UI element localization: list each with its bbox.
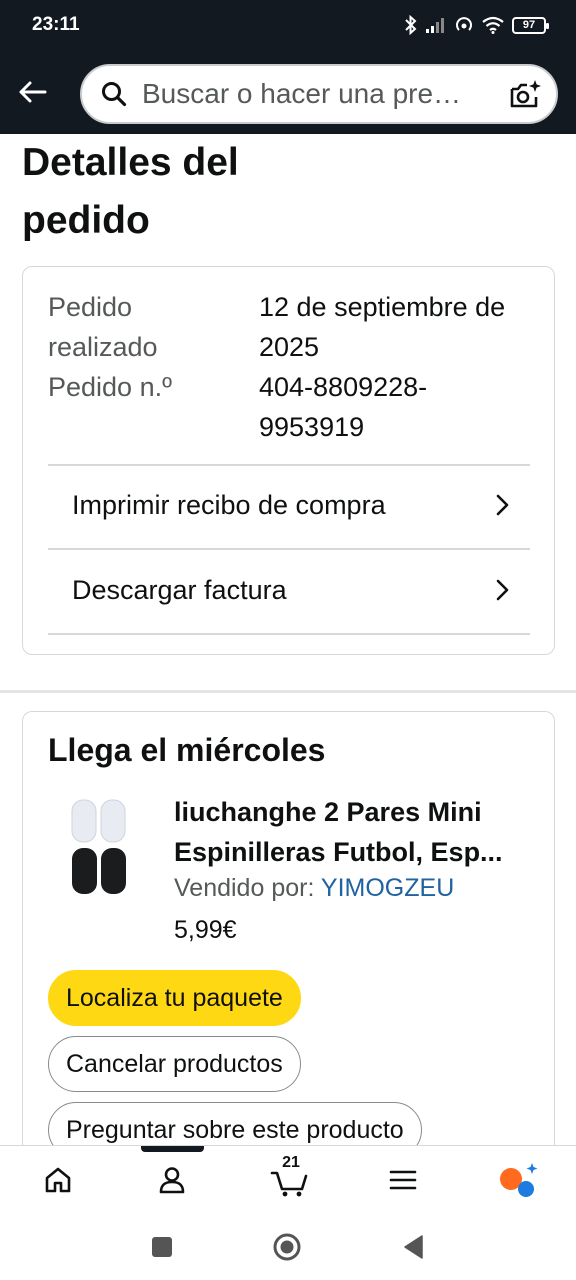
wifi-icon (482, 16, 504, 34)
battery-icon: 97 (512, 16, 549, 34)
nav-cart[interactable]: 21 (268, 1154, 312, 1200)
app-header (0, 52, 576, 134)
delivery-title: Llega el miércoles (48, 732, 326, 768)
menu-icon (389, 1170, 417, 1190)
order-number-value: 404-8809228-9953919 (259, 372, 428, 442)
home-icon (45, 1167, 71, 1193)
seller-info: Vendido por: YIMOGZEU (174, 874, 454, 903)
status-bar: 23:11 97 (0, 0, 576, 52)
divider (48, 633, 530, 635)
nav-menu[interactable] (383, 1160, 423, 1200)
download-invoice-link[interactable]: Descargar factura (48, 550, 530, 630)
home-system-button[interactable] (272, 1232, 302, 1262)
page-title: Detalles del pedido (22, 141, 239, 242)
arrow-left-icon (19, 81, 47, 103)
status-icons: 97 (404, 15, 549, 35)
chevron-right-icon (496, 494, 509, 516)
order-details-card: Pedido realizado 12 de septiembre de 202… (22, 266, 555, 655)
nav-home[interactable] (38, 1160, 78, 1200)
rufus-assistant-icon (500, 1163, 538, 1197)
bottom-nav: 21 (0, 1145, 576, 1215)
back-system-button[interactable] (398, 1232, 428, 1262)
search-input[interactable] (142, 78, 482, 110)
download-invoice-label: Descargar factura (72, 574, 287, 605)
search-bar[interactable] (80, 64, 558, 124)
active-tab-indicator (141, 1146, 204, 1152)
chevron-right-icon (496, 579, 509, 601)
order-placed-label: Pedido realizado (48, 292, 158, 362)
bluetooth-icon (405, 15, 417, 35)
seller-link[interactable]: YIMOGZEU (321, 874, 454, 902)
back-button[interactable] (14, 74, 50, 110)
seller-label: Vendido por: (174, 874, 315, 902)
account-icon (159, 1167, 185, 1194)
cancel-items-button[interactable]: Cancelar productos (48, 1036, 301, 1092)
product-image[interactable] (63, 796, 133, 898)
status-time: 23:11 (32, 14, 80, 35)
order-number-label: Pedido n.º (48, 372, 172, 402)
product-price: 5,99€ (174, 916, 237, 944)
shipment-card: Llega el miércoles liuchanghe 2 Pares Mi… (22, 711, 555, 1171)
section-separator (0, 690, 576, 693)
order-placed-value: 12 de septiembre de 2025 (259, 292, 506, 362)
cart-count-badge: 21 (282, 1154, 300, 1171)
print-receipt-label: Imprimir recibo de compra (72, 489, 386, 520)
nav-rufus[interactable] (498, 1160, 538, 1200)
hotspot-icon (456, 17, 472, 31)
search-icon (100, 80, 128, 108)
recents-button[interactable] (147, 1232, 177, 1262)
back-triangle-icon (404, 1235, 423, 1259)
product-title-link[interactable]: liuchanghe 2 Pares Mini Espinilleras Fut… (174, 792, 539, 872)
system-nav-bar (0, 1215, 576, 1280)
print-receipt-link[interactable]: Imprimir recibo de compra (48, 465, 530, 545)
recents-square-icon (152, 1237, 172, 1257)
nav-account[interactable] (152, 1160, 192, 1200)
signal-icon (426, 18, 444, 33)
track-package-button[interactable]: Localiza tu paquete (48, 970, 301, 1026)
camera-lens-icon[interactable] (508, 78, 542, 112)
home-circle-icon (273, 1233, 301, 1261)
